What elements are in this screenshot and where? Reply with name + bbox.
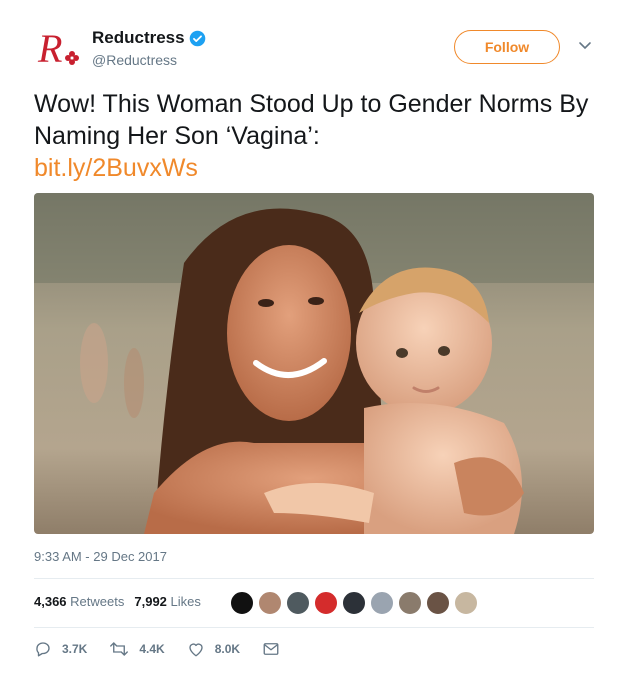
tweet-timestamp[interactable]: 9:33 AM - 29 Dec 2017 — [34, 549, 167, 564]
likers-avatars — [230, 591, 482, 615]
liker-avatar[interactable] — [342, 591, 366, 615]
tweet-card: R Reductress @Reductress Follow Wow! Thi… — [0, 0, 628, 687]
svg-text:R: R — [37, 26, 62, 71]
reply-icon — [36, 642, 50, 657]
liker-avatar[interactable] — [454, 591, 478, 615]
like-count: 8.0K — [214, 642, 241, 656]
account-handle[interactable]: @Reductress — [92, 52, 177, 68]
tweet-body: Wow! This Woman Stood Up to Gender Norms… — [34, 90, 589, 150]
mail-icon — [263, 643, 279, 655]
likes-stat[interactable]: 7,992 Likes — [134, 594, 201, 609]
tweet-link[interactable]: bit.ly/2BuvxWs — [34, 152, 594, 184]
divider — [34, 578, 594, 579]
tweet-actions: 3.7K 4.4K 8.0K — [34, 640, 312, 658]
tweet-text: Wow! This Woman Stood Up to Gender Norms… — [34, 88, 594, 184]
liker-avatar[interactable] — [230, 591, 254, 615]
retweet-icon — [110, 642, 129, 656]
likes-label: Likes — [170, 594, 201, 609]
follow-button[interactable]: Follow — [454, 30, 560, 64]
liker-avatar[interactable] — [398, 591, 422, 615]
reply-button[interactable]: 3.7K — [34, 640, 87, 658]
heart-icon — [189, 643, 203, 657]
retweets-label: Retweets — [70, 594, 125, 609]
tweet-photo[interactable] — [34, 193, 594, 534]
account-name[interactable]: Reductress — [92, 28, 206, 48]
liker-avatar[interactable] — [314, 591, 338, 615]
direct-message-button[interactable] — [262, 640, 290, 658]
tweet-stats: 4,366 Retweets 7,992 Likes — [34, 594, 211, 609]
account-name-text[interactable]: Reductress — [92, 28, 185, 48]
liker-avatar[interactable] — [258, 591, 282, 615]
like-button[interactable]: 8.0K — [187, 640, 240, 658]
verified-badge-icon — [189, 30, 206, 47]
retweets-count: 4,366 — [34, 594, 67, 609]
liker-avatar[interactable] — [370, 591, 394, 615]
retweets-stat[interactable]: 4,366 Retweets — [34, 594, 124, 609]
chevron-down-icon[interactable] — [578, 38, 592, 52]
retweet-button[interactable]: 4.4K — [109, 640, 165, 658]
reductress-logo-avatar[interactable]: R — [34, 24, 82, 72]
divider — [34, 627, 594, 628]
likes-count: 7,992 — [134, 594, 167, 609]
retweet-count: 4.4K — [139, 642, 165, 656]
liker-avatar[interactable] — [426, 591, 450, 615]
reply-count: 3.7K — [62, 642, 88, 656]
liker-avatar[interactable] — [286, 591, 310, 615]
